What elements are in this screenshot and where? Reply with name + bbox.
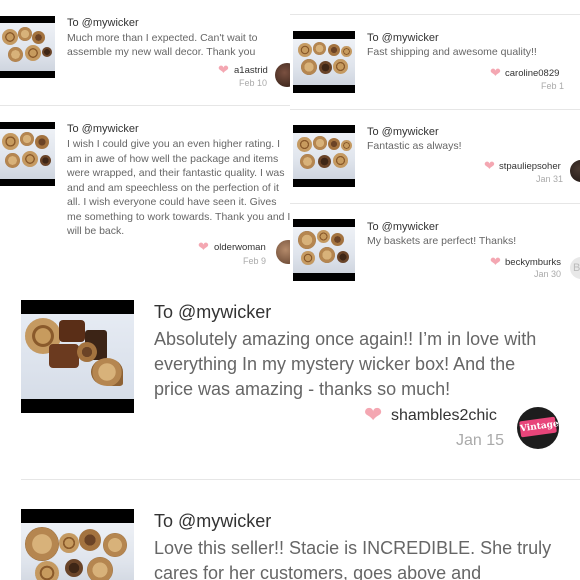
review-message: Love this seller!! Stacie is INCREDIBLE.… (154, 538, 552, 580)
reviewer-username[interactable]: a1astrid (234, 65, 268, 76)
review-date: Jan 31 (536, 174, 564, 184)
reviewer-avatar[interactable]: Vintage (517, 407, 559, 449)
listing-thumbnail[interactable] (21, 509, 134, 580)
review-card: To @mywicker I wish I could give you an … (0, 106, 290, 281)
reviewer-username[interactable]: olderwoman (214, 242, 266, 253)
review-date: Feb 1 (541, 81, 565, 91)
review-message: Fast shipping and awesome quality!! (367, 46, 537, 58)
heart-icon[interactable]: ❤ (490, 65, 501, 81)
review-message: I wish I could give you an even higher r… (67, 138, 290, 237)
review-date: Feb 9 (243, 256, 267, 266)
listing-thumbnail[interactable] (293, 219, 355, 281)
review-recipient: To @mywicker (367, 221, 439, 233)
review-card: To @mywicker Absolutely amazing once aga… (0, 283, 580, 479)
listing-thumbnail[interactable] (21, 300, 134, 413)
reviewer-avatar[interactable] (276, 240, 290, 264)
reviewer-username[interactable]: stpauliepsoher (499, 161, 561, 172)
reviewer-username[interactable]: beckymburks (505, 257, 561, 268)
review-card: To @mywicker Love this seller!! Stacie i… (0, 480, 580, 580)
reviewer-username[interactable]: shambles2chic (391, 407, 497, 425)
review-card: To @mywicker Fast shipping and awesome q… (290, 14, 580, 110)
listing-thumbnail[interactable] (293, 125, 355, 187)
heart-icon[interactable]: ❤ (198, 239, 209, 255)
review-message: Absolutely amazing once again!! I’m in l… (154, 329, 537, 399)
reviewer-avatar[interactable] (275, 63, 290, 87)
review-recipient: To @mywicker (154, 511, 272, 531)
listing-thumbnail[interactable] (0, 16, 55, 78)
listing-thumbnail[interactable] (0, 122, 55, 186)
review-recipient: To @mywicker (367, 126, 439, 138)
review-card: To @mywicker My baskets are perfect! Tha… (290, 204, 580, 282)
review-recipient: To @mywicker (67, 17, 139, 29)
listing-thumbnail[interactable] (293, 31, 355, 93)
review-card: To @mywicker Much more than I expected. … (0, 0, 290, 105)
review-date: Jan 30 (534, 269, 562, 279)
reviewer-avatar[interactable] (570, 160, 580, 182)
heart-icon[interactable]: ❤ (490, 254, 501, 270)
reviewer-username[interactable]: caroline0829 (505, 68, 559, 79)
review-message: Fantastic as always! (367, 140, 462, 152)
heart-icon[interactable]: ❤ (484, 158, 495, 174)
review-card: To @mywicker Fantastic as always! ❤ stpa… (290, 110, 580, 202)
heart-icon[interactable]: ❤ (364, 402, 382, 428)
review-message: Much more than I expected. Can't wait to… (67, 32, 258, 58)
review-message: My baskets are perfect! Thanks! (367, 235, 517, 247)
review-recipient: To @mywicker (67, 123, 139, 135)
avatar-badge: Vintage (519, 416, 559, 438)
heart-icon[interactable]: ❤ (218, 62, 229, 78)
review-date: Jan 15 (456, 432, 505, 449)
reviewer-avatar[interactable]: B (570, 257, 580, 279)
review-date: Feb 10 (239, 78, 268, 88)
review-recipient: To @mywicker (154, 302, 272, 322)
review-recipient: To @mywicker (367, 32, 439, 44)
